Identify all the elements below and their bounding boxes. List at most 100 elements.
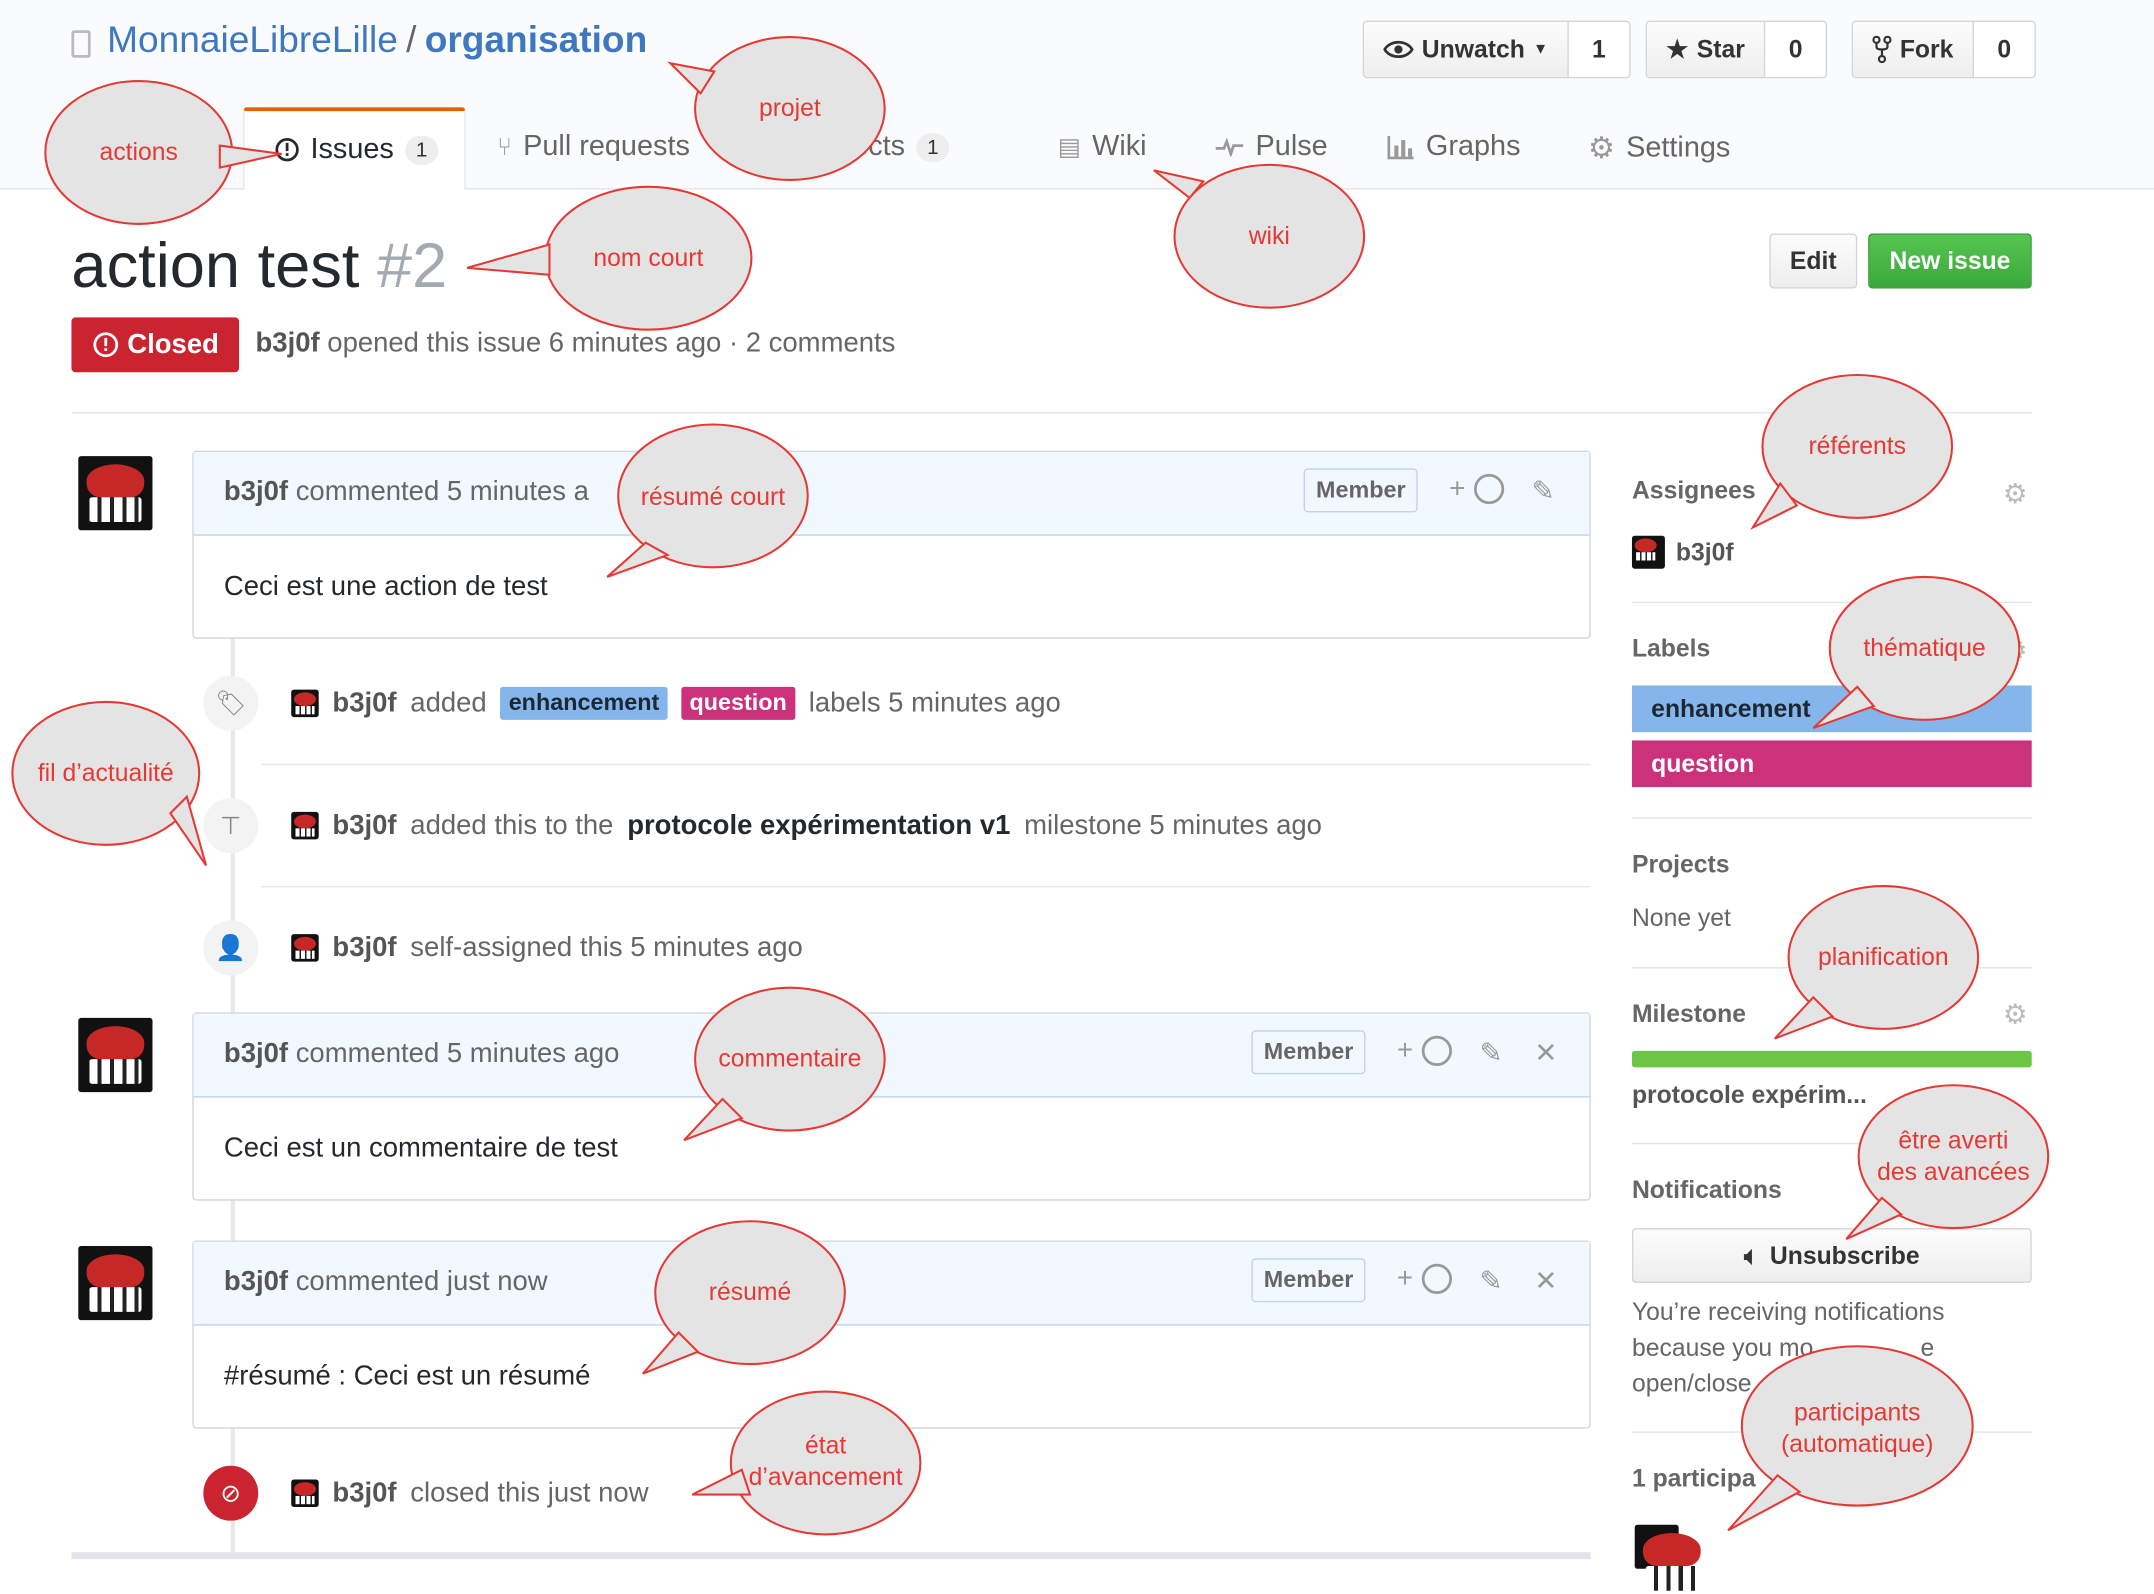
circle-slash-icon: ⊘ bbox=[203, 1465, 259, 1521]
milestone-link[interactable]: protocole expérimentation v1 bbox=[627, 810, 1010, 842]
smiley-icon[interactable] bbox=[1473, 473, 1505, 505]
event-author[interactable]: b3j0f bbox=[332, 688, 396, 720]
pull-request-icon: ⑂ bbox=[497, 132, 513, 161]
annotation-pointer bbox=[169, 794, 208, 867]
status-badge: Closed bbox=[71, 317, 240, 373]
comment-time[interactable]: commented just now bbox=[296, 1267, 548, 1297]
graph-icon bbox=[1387, 135, 1414, 160]
gear-icon[interactable]: ⚙ bbox=[2003, 1001, 2030, 1028]
project-icon: ▥ bbox=[766, 132, 790, 161]
avatar[interactable] bbox=[1634, 1524, 1701, 1591]
close-icon[interactable]: ✕ bbox=[1534, 1036, 1557, 1070]
fork-count[interactable]: 0 bbox=[1974, 22, 2034, 77]
issue-meta: b3j0f opened this issue 6 minutes ago · … bbox=[256, 328, 896, 360]
comment-time[interactable]: commented 5 minutes ago bbox=[296, 1039, 620, 1069]
milestone-event: ⊤ b3j0f added this to the protocole expé… bbox=[203, 795, 1322, 855]
repo-separator: / bbox=[406, 19, 417, 61]
repo-owner-link[interactable]: MonnaieLibreLille bbox=[107, 19, 398, 60]
divider bbox=[1631, 817, 2032, 819]
avatar[interactable] bbox=[291, 1479, 319, 1507]
unwatch-button[interactable]: Unwatch ▼ bbox=[1364, 21, 1569, 77]
tab-pulse-label: Pulse bbox=[1255, 130, 1328, 163]
avatar[interactable] bbox=[291, 934, 319, 962]
plus-icon[interactable]: + bbox=[1397, 1264, 1413, 1296]
sidebar-label-question[interactable]: question bbox=[1631, 740, 2032, 788]
star-label: Star bbox=[1696, 35, 1745, 63]
fork-button[interactable]: Fork bbox=[1853, 21, 1975, 77]
tab-pull-requests[interactable]: ⑂ Pull requests bbox=[497, 131, 690, 164]
watch-count[interactable]: 1 bbox=[1569, 22, 1629, 77]
annotation-wiki: wiki bbox=[1248, 221, 1290, 250]
event-verb: added bbox=[410, 687, 487, 718]
tab-issues[interactable]: Issues 1 bbox=[243, 107, 466, 190]
annotation-resume-court: résumé court bbox=[640, 482, 786, 511]
avatar[interactable] bbox=[78, 1245, 153, 1321]
tab-graphs-label: Graphs bbox=[1425, 130, 1521, 163]
gear-icon[interactable]: ⚙ bbox=[2003, 637, 2030, 664]
smiley-icon[interactable] bbox=[1421, 1263, 1453, 1295]
pencil-icon[interactable]: ✎ bbox=[1479, 1036, 1502, 1070]
tab-pull-requests-label: Pull requests bbox=[523, 130, 690, 163]
tab-issues-label: Issues bbox=[310, 133, 394, 165]
gear-icon[interactable]: ⚙ bbox=[2003, 481, 2030, 508]
divider bbox=[261, 763, 1591, 766]
repo-name-link[interactable]: organisation bbox=[425, 19, 648, 60]
tab-settings[interactable]: ⚙ Settings bbox=[1588, 131, 1730, 167]
label-question[interactable]: question bbox=[681, 686, 796, 720]
tab-wiki-label: Wiki bbox=[1092, 130, 1147, 163]
pencil-icon[interactable]: ✎ bbox=[1532, 474, 1555, 508]
tab-projects-label: Projects bbox=[800, 130, 906, 163]
pulse-icon bbox=[1215, 137, 1244, 157]
comment-meta: b3j0f commented just now bbox=[224, 1267, 548, 1299]
annotation-averti: être averti des avancées bbox=[1877, 1126, 2030, 1186]
gear-icon: ⚙ bbox=[1587, 130, 1616, 165]
annotation-commentaire: commentaire bbox=[718, 1044, 862, 1073]
assignee[interactable]: b3j0f bbox=[1631, 535, 1734, 569]
issue-author[interactable]: b3j0f bbox=[256, 328, 320, 358]
closed-event: ⊘ b3j0f closed this just now bbox=[203, 1463, 649, 1523]
tab-wiki[interactable]: ▤ Wiki bbox=[1058, 131, 1147, 164]
person-icon: 👤 bbox=[203, 920, 259, 976]
comment-time[interactable]: commented 5 minutes a bbox=[296, 477, 589, 507]
annotation-thematique: thématique bbox=[1863, 633, 1986, 662]
comment-author[interactable]: b3j0f bbox=[224, 477, 288, 507]
sidebar-label-enhancement[interactable]: enhancement bbox=[1631, 685, 2032, 733]
tab-pulse[interactable]: Pulse bbox=[1214, 130, 1328, 164]
plus-icon[interactable]: + bbox=[1449, 474, 1465, 506]
star-button[interactable]: ★ Star bbox=[1647, 21, 1766, 77]
event-tail: labels 5 minutes ago bbox=[808, 687, 1061, 718]
plus-icon[interactable]: + bbox=[1397, 1036, 1413, 1068]
event-author[interactable]: b3j0f bbox=[332, 932, 396, 964]
smiley-icon[interactable] bbox=[1421, 1035, 1453, 1066]
avatar[interactable] bbox=[78, 456, 153, 531]
annotation-pointer bbox=[1774, 995, 1835, 1040]
annotation-nom-court: nom court bbox=[593, 243, 704, 272]
new-issue-button[interactable]: New issue bbox=[1868, 233, 2032, 289]
tab-graphs[interactable]: Graphs bbox=[1387, 130, 1521, 164]
annotation-actions: actions bbox=[99, 138, 178, 166]
milestone-link[interactable]: protocole expérim... bbox=[1632, 1081, 1867, 1110]
comment-author[interactable]: b3j0f bbox=[224, 1039, 288, 1069]
avatar[interactable] bbox=[291, 689, 319, 718]
event-author[interactable]: b3j0f bbox=[332, 1477, 396, 1509]
projects-value: None yet bbox=[1631, 903, 1731, 932]
tab-projects[interactable]: ▥ Projects 1 bbox=[767, 131, 950, 164]
comment-meta: b3j0f commented 5 minutes ago bbox=[224, 1039, 620, 1071]
comment-author[interactable]: b3j0f bbox=[224, 1267, 288, 1297]
avatar[interactable] bbox=[78, 1017, 153, 1093]
notifications-heading: Notifications bbox=[1631, 1175, 1782, 1204]
assign-event: 👤 b3j0f self-assigned this 5 minutes ago bbox=[203, 918, 803, 978]
repo-icon bbox=[71, 30, 91, 58]
unsubscribe-button[interactable]: 🔈︎ Unsubscribe bbox=[1631, 1228, 2032, 1284]
notification-line: open/close bbox=[1631, 1369, 1752, 1398]
star-button-group: ★ Star 0 bbox=[1645, 20, 1828, 79]
repo-title: MonnaieLibreLille / organisation bbox=[107, 19, 647, 62]
event-author[interactable]: b3j0f bbox=[332, 810, 396, 842]
avatar[interactable] bbox=[291, 811, 319, 840]
pencil-icon[interactable]: ✎ bbox=[1479, 1264, 1502, 1298]
star-count[interactable]: 0 bbox=[1765, 22, 1825, 77]
issue-opened-icon bbox=[275, 138, 299, 162]
close-icon[interactable]: ✕ bbox=[1534, 1264, 1557, 1298]
edit-button[interactable]: Edit bbox=[1769, 233, 1858, 289]
label-enhancement[interactable]: enhancement bbox=[500, 686, 668, 720]
